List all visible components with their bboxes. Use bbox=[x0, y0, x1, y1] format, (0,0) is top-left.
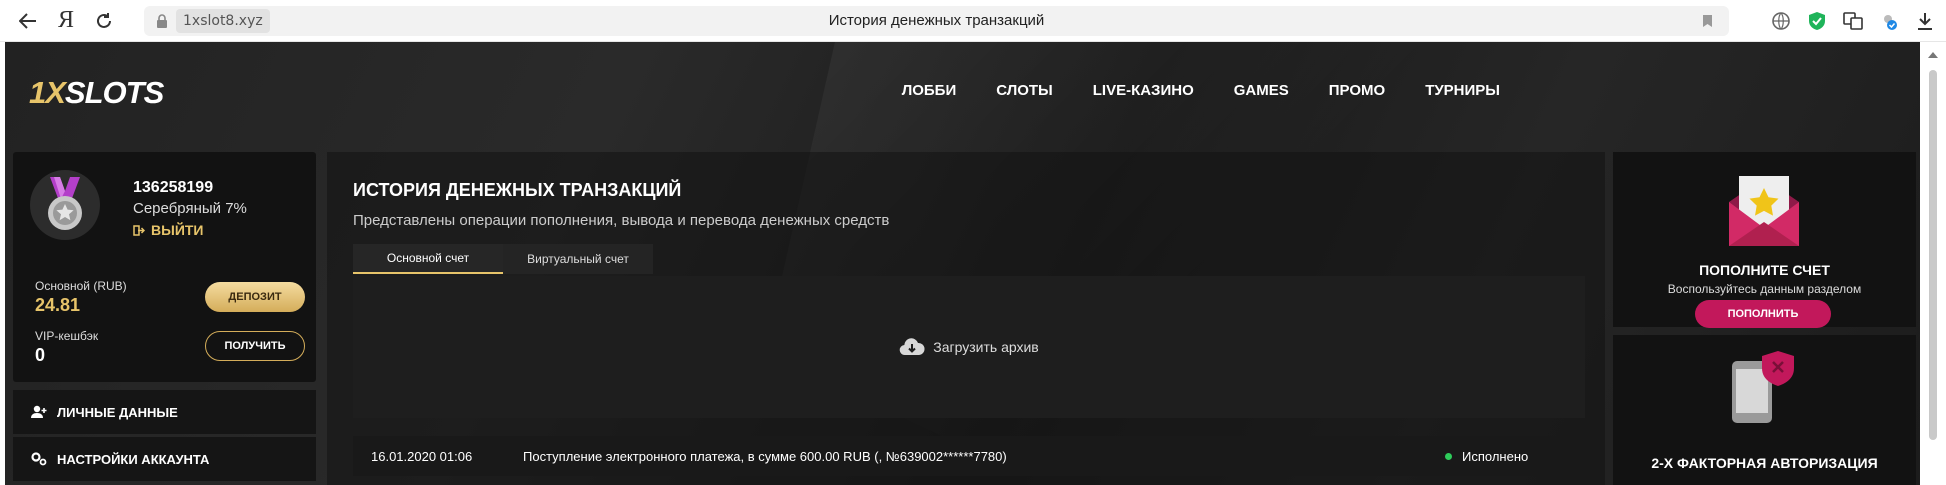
lock-icon[interactable] bbox=[148, 14, 176, 28]
logo-suffix: SLOTS bbox=[64, 75, 164, 110]
page-subtitle: Представлены операции пополнения, вывода… bbox=[353, 212, 890, 229]
vip-cashback-label: VIP-кешбэк bbox=[35, 329, 99, 343]
deposit-button[interactable]: ДЕПОЗИТ bbox=[205, 282, 305, 312]
reload-button[interactable] bbox=[90, 7, 118, 35]
download-archive-button[interactable]: Загрузить архив bbox=[899, 337, 1039, 357]
topup-promo-card: ПОПОЛНИТЕ СЧЕТ Воспользуйтесь данным раз… bbox=[1613, 152, 1916, 328]
bookmark-icon[interactable] bbox=[1702, 14, 1713, 33]
balance-label: Основной (RUB) bbox=[35, 279, 127, 293]
nav-promo[interactable]: ПРОМО bbox=[1329, 82, 1385, 99]
tab-main-account[interactable]: Основной счет bbox=[353, 244, 503, 274]
globe-icon[interactable] bbox=[1766, 8, 1796, 34]
sidebar-item-label: ЛИЧНЫЕ ДАННЫЕ bbox=[57, 404, 178, 420]
scrollbar-thumb[interactable] bbox=[1929, 70, 1937, 440]
user-level: Серебряный 7% bbox=[133, 200, 247, 217]
nav-lobby[interactable]: ЛОББИ bbox=[902, 82, 957, 99]
page-scrollbar[interactable] bbox=[1920, 42, 1946, 485]
sidebar-item-account-settings[interactable]: НАСТРОЙКИ АККАУНТА bbox=[13, 437, 316, 481]
phone-shield-icon bbox=[1732, 351, 1794, 423]
transactions-panel: ИСТОРИЯ ДЕНЕЖНЫХ ТРАНЗАКЦИЙ Представлены… bbox=[327, 152, 1605, 485]
page-title: ИСТОРИЯ ДЕНЕЖНЫХ ТРАНЗАКЦИЙ bbox=[353, 180, 682, 200]
site-logo[interactable]: 1XSLOTS bbox=[29, 75, 164, 111]
balance-value: 24.81 bbox=[35, 295, 81, 315]
logout-label: ВЫЙТИ bbox=[151, 222, 204, 238]
nav-live-casino[interactable]: LIVE-КАЗИНО bbox=[1093, 82, 1194, 99]
avatar bbox=[30, 170, 100, 240]
medal-icon bbox=[48, 177, 82, 230]
profile-card: 136258199 Серебряный 7% ВЫЙТИ Основной (… bbox=[13, 152, 316, 382]
user-add-icon bbox=[31, 405, 47, 418]
extension-badge-icon[interactable] bbox=[1874, 8, 1904, 34]
logo-prefix: 1X bbox=[29, 75, 66, 110]
table-row[interactable]: 16.01.2020 01:06 Поступление электронног… bbox=[353, 436, 1585, 476]
browser-extensions bbox=[1766, 8, 1946, 34]
topup-button[interactable]: ПОПОЛНИТЬ bbox=[1695, 300, 1831, 328]
sidebar-item-personal-data[interactable]: ЛИЧНЫЕ ДАННЫЕ bbox=[13, 390, 316, 434]
arrow-left-icon bbox=[19, 12, 36, 29]
archive-label: Загрузить архив bbox=[933, 339, 1039, 355]
download-icon[interactable] bbox=[1910, 8, 1940, 34]
two-factor-title: 2-Х ФАКТОРНАЯ АВТОРИЗАЦИЯ bbox=[1651, 455, 1878, 471]
status-dot-icon bbox=[1445, 452, 1452, 460]
promo-subtitle: Воспользуйтесь данным разделом bbox=[1667, 282, 1862, 296]
transaction-description: Поступление электронного платежа, в сумм… bbox=[523, 448, 1007, 464]
nav-tournaments[interactable]: ТУРНИРЫ bbox=[1425, 82, 1500, 99]
promo-title: ПОПОЛНИТЕ СЧЕТ bbox=[1699, 262, 1830, 278]
vip-cashback-value: 0 bbox=[35, 345, 46, 365]
transaction-date: 16.01.2020 01:06 bbox=[371, 448, 473, 464]
shield-check-icon[interactable] bbox=[1802, 8, 1832, 34]
transaction-status: Исполнено bbox=[1445, 449, 1528, 464]
logout-icon bbox=[133, 224, 145, 236]
main-nav: ЛОББИ СЛОТЫ LIVE-КАЗИНО GAMES ПРОМО ТУРН… bbox=[862, 82, 1500, 99]
transaction-status-label: Исполнено bbox=[1462, 448, 1529, 464]
yandex-button[interactable]: Я bbox=[52, 7, 80, 35]
cloud-download-icon bbox=[899, 338, 925, 356]
scroll-up-icon[interactable] bbox=[1928, 52, 1938, 58]
translate-icon[interactable] bbox=[1838, 8, 1868, 34]
archive-area: Загрузить архив bbox=[353, 276, 1585, 418]
nav-slots[interactable]: СЛОТЫ bbox=[996, 82, 1053, 99]
tab-virtual-account[interactable]: Виртуальный счет bbox=[503, 244, 653, 274]
sidebar-item-label: НАСТРОЙКИ АККАУНТА bbox=[57, 451, 210, 467]
yandex-logo: Я bbox=[57, 7, 74, 33]
site-header: 1XSLOTS ЛОББИ СЛОТЫ LIVE-КАЗИНО GAMES ПР… bbox=[5, 42, 1920, 142]
nav-games[interactable]: GAMES bbox=[1234, 82, 1289, 99]
receive-button[interactable]: ПОЛУЧИТЬ bbox=[205, 331, 305, 361]
logout-link[interactable]: ВЫЙТИ bbox=[133, 222, 204, 238]
settings-icon bbox=[31, 452, 47, 466]
page-content: 1XSLOTS ЛОББИ СЛОТЫ LIVE-КАЗИНО GAMES ПР… bbox=[5, 42, 1920, 485]
domain-chip[interactable]: 1xslot8.xyz bbox=[176, 9, 270, 33]
back-button[interactable] bbox=[14, 7, 42, 35]
address-bar[interactable]: 1xslot8.xyz История денежных транзакций bbox=[144, 6, 1729, 36]
user-id: 136258199 bbox=[133, 179, 214, 196]
reload-icon bbox=[97, 12, 111, 28]
tab-page-title: История денежных транзакций bbox=[828, 12, 1045, 29]
envelope-star-icon bbox=[1729, 176, 1799, 246]
account-tabs: Основной счет Виртуальный счет bbox=[353, 244, 653, 274]
two-factor-card: 2-Х ФАКТОРНАЯ АВТОРИЗАЦИЯ bbox=[1613, 335, 1916, 485]
